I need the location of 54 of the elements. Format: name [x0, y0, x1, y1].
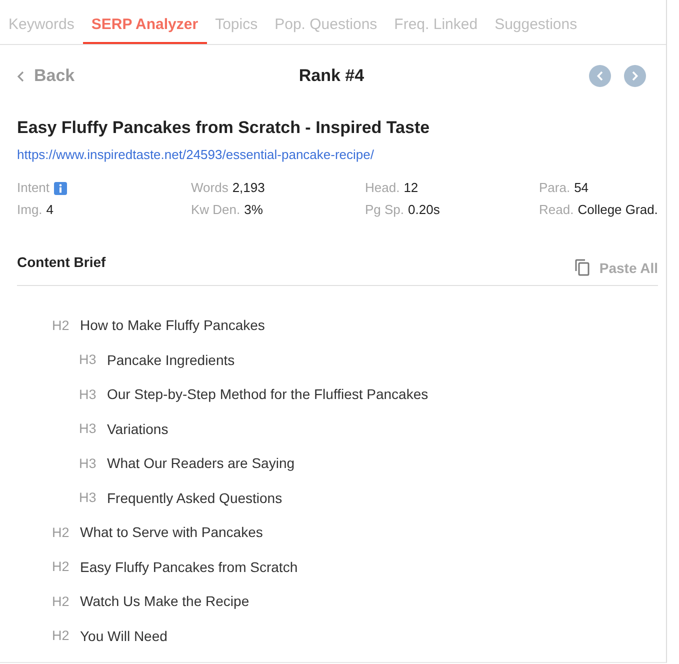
- tab[interactable]: Keywords: [0, 0, 83, 44]
- heading-level-label: H3: [79, 352, 98, 368]
- heading-level-label: H2: [52, 318, 70, 333]
- heading-level-label: H3: [79, 490, 98, 506]
- tab[interactable]: Suggestions: [486, 0, 586, 44]
- heading-text: Our Step-by-Step Method for the Fluffiest Pancakes: [107, 386, 428, 402]
- metric-value: 3%: [244, 202, 263, 218]
- metric-value: College Grad.: [578, 202, 658, 218]
- chevron-left-icon: [17, 70, 24, 82]
- tab[interactable]: SERP Analyzer: [82, 0, 207, 44]
- metric-label: Head.: [365, 180, 400, 196]
- metric-label: Read.: [539, 202, 574, 218]
- rank-title: Rank #4: [298, 66, 364, 86]
- next-button[interactable]: [624, 65, 646, 87]
- heading-level-label: H3: [79, 421, 98, 436]
- tab[interactable]: Topics: [206, 0, 266, 44]
- heading-text: Variations: [107, 420, 168, 437]
- page-url-link[interactable]: https://www.inspiredtaste.net/24593/essential-pancake-recipe/: [17, 147, 374, 163]
- heading-text: How to Make Fluffy Pancakes: [80, 317, 265, 334]
- back-button[interactable]: Back: [17, 66, 75, 86]
- heading-level-label: H2: [52, 628, 70, 644]
- heading-text: Watch Us Make the Recipe: [80, 593, 250, 610]
- metric-value: 0.20s: [408, 202, 440, 218]
- heading-level-label: H2: [52, 524, 70, 540]
- metric-label: Img.: [17, 202, 42, 218]
- heading-level-label: H3: [79, 386, 98, 402]
- heading-text: You Will Need: [80, 628, 168, 644]
- chevron-right-icon: [631, 71, 639, 81]
- section-title: Content Brief: [17, 254, 106, 270]
- chevron-left-icon: [596, 71, 604, 81]
- metric-value: 2,193: [232, 180, 265, 196]
- metric-label: Kw Den.: [191, 202, 240, 218]
- heading-level-label: H2: [52, 559, 70, 574]
- heading-text: Easy Fluffy Pancakes from Scratch: [80, 558, 298, 575]
- copy-icon: [575, 259, 590, 276]
- metric-value: 12: [404, 180, 418, 196]
- metric-value: 4: [46, 202, 54, 218]
- heading-text: Frequently Asked Questions: [107, 490, 282, 506]
- heading-text: What to Serve with Pancakes: [80, 524, 263, 540]
- heading-level-label: H2: [52, 594, 70, 609]
- metric-label: Intent: [17, 180, 50, 196]
- info-icon: [54, 182, 67, 194]
- heading-text: What Our Readers are Saying: [107, 455, 295, 472]
- metric-label: Pg Sp.: [365, 202, 404, 218]
- metric-label: Para.: [539, 180, 570, 196]
- heading-level-label: H3: [79, 456, 98, 471]
- tab[interactable]: Pop. Questions: [266, 0, 386, 44]
- heading-text: Pancake Ingredients: [107, 352, 235, 368]
- tab[interactable]: Freq. Linked: [386, 0, 486, 44]
- previous-button[interactable]: [589, 65, 611, 87]
- metric-value: 54: [574, 180, 589, 196]
- page-title: Easy Fluffy Pancakes from Scratch - Inspired Taste: [17, 118, 431, 138]
- metric-label: Words: [191, 180, 228, 196]
- paste-all-button[interactable]: Paste All: [575, 259, 658, 276]
